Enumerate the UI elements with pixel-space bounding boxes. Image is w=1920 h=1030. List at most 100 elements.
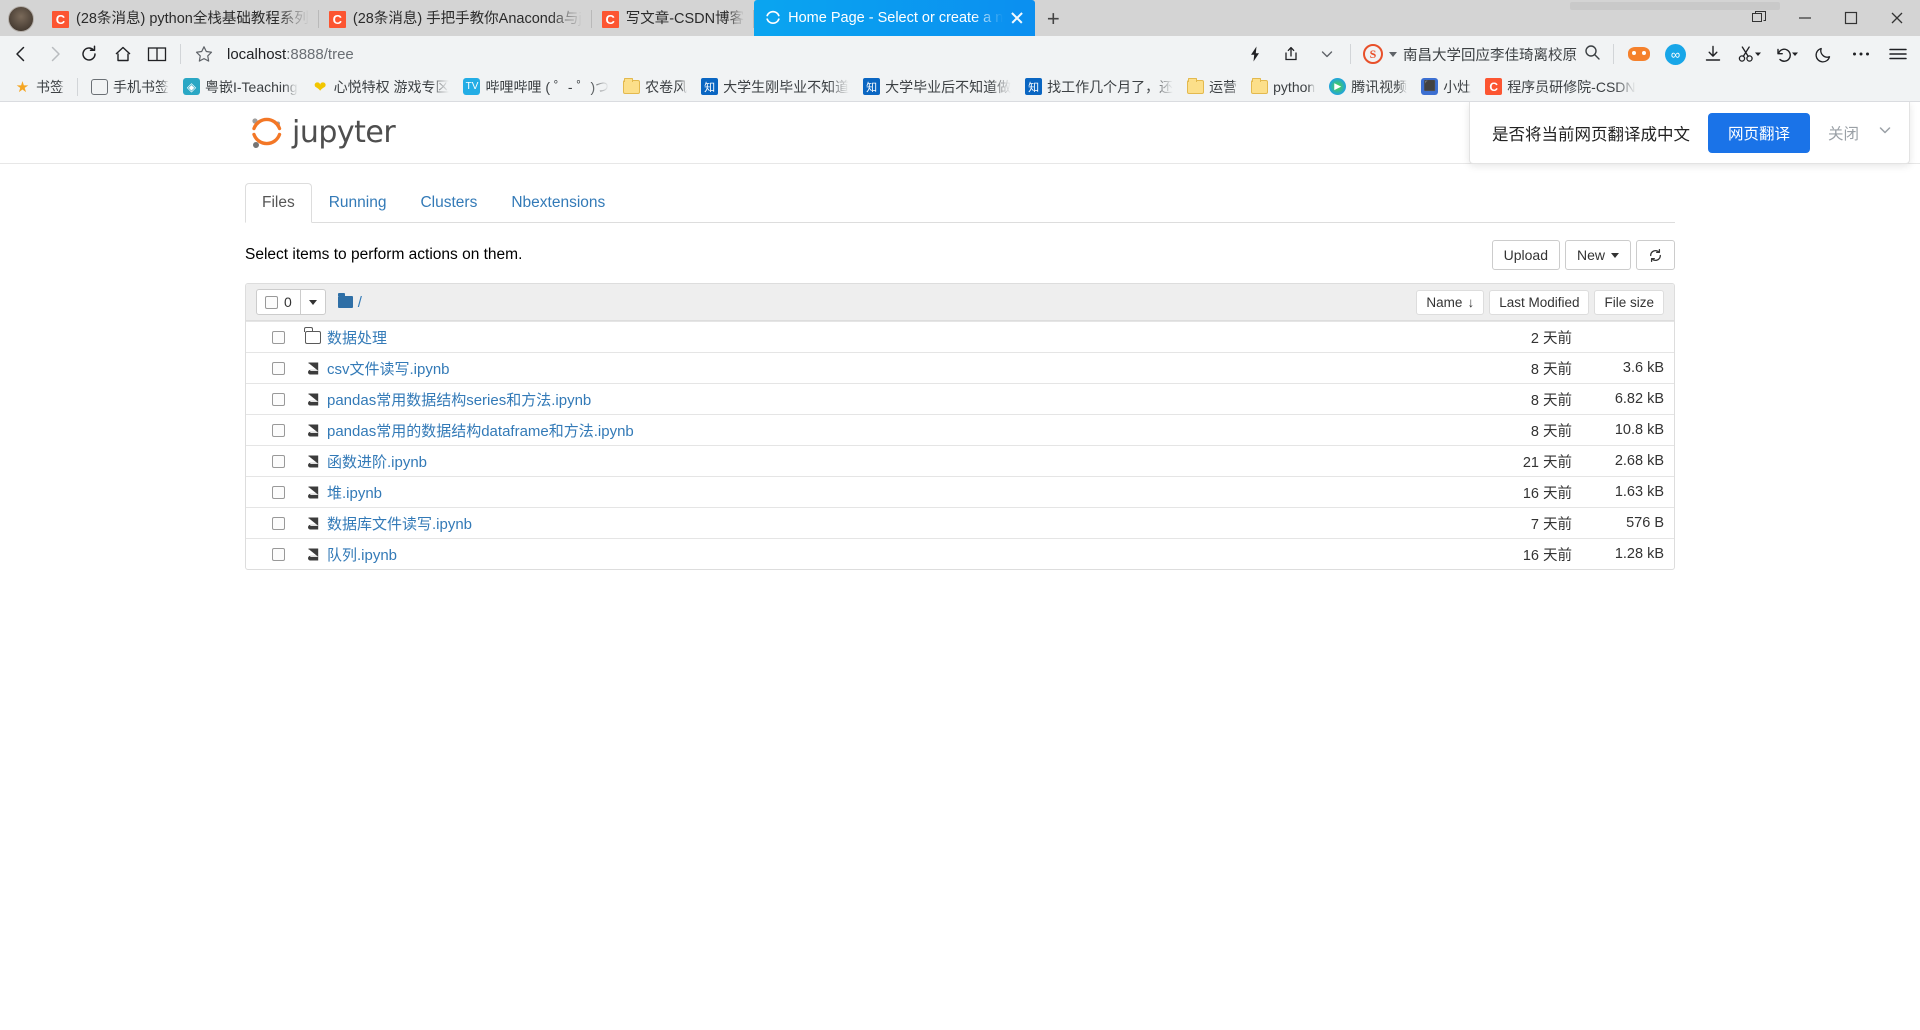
- star-icon: ★: [15, 78, 30, 96]
- browser-tab-3[interactable]: C 写文章-CSDN博客: [591, 2, 755, 36]
- sort-by-size-button[interactable]: File size: [1594, 289, 1664, 315]
- scissors-icon[interactable]: [1731, 39, 1768, 69]
- item-name[interactable]: 堆.ipynb: [327, 482, 382, 503]
- sort-by-modified-button[interactable]: Last Modified: [1489, 289, 1590, 315]
- search-icon[interactable]: [1583, 43, 1601, 65]
- item-modified: 8 天前: [1530, 423, 1572, 440]
- bookmark-item[interactable]: ❤ 心悦特权 游戏专区: [306, 75, 456, 99]
- chevron-down-icon[interactable]: [1389, 51, 1397, 57]
- download-icon[interactable]: [1694, 39, 1731, 69]
- row-checkbox[interactable]: [272, 392, 285, 406]
- bookmark-item[interactable]: 知 大学毕业后不知道做: [857, 75, 1017, 99]
- table-row[interactable]: 队列.ipynb 16 天前 1.28 kB: [246, 538, 1674, 569]
- bookmark-item[interactable]: C 程序员研修院-CSDN: [1479, 75, 1641, 99]
- new-tab-button[interactable]: +: [1035, 2, 1071, 36]
- bookmark-label: 粤嵌I-Teaching: [205, 78, 298, 95]
- infinity-icon[interactable]: ∞: [1657, 39, 1694, 69]
- reader-icon[interactable]: [140, 39, 174, 69]
- address-bar[interactable]: localhost:8888/tree: [221, 39, 1238, 69]
- tab-clusters[interactable]: Clusters: [403, 183, 494, 223]
- table-row[interactable]: 堆.ipynb 16 天前 1.63 kB: [246, 476, 1674, 507]
- item-name[interactable]: 函数进阶.ipynb: [327, 451, 427, 472]
- tab-files[interactable]: Files: [245, 183, 312, 223]
- row-checkbox[interactable]: [272, 485, 285, 499]
- new-button[interactable]: New: [1564, 240, 1631, 270]
- item-name[interactable]: 队列.ipynb: [327, 544, 397, 565]
- browser-tab-1[interactable]: C (28条消息) python全栈基础教程系列: [42, 2, 319, 36]
- translate-close-label[interactable]: 关闭: [1828, 122, 1859, 144]
- select-all-part[interactable]: 0: [257, 290, 300, 314]
- home-icon[interactable]: [106, 39, 140, 69]
- close-window-icon[interactable]: [1874, 0, 1920, 36]
- more-icon[interactable]: [1842, 39, 1879, 69]
- undo-icon[interactable]: [1768, 39, 1805, 69]
- bookmark-item[interactable]: python: [1245, 75, 1321, 99]
- profile-avatar[interactable]: [8, 6, 34, 32]
- bookmark-item[interactable]: 运营: [1181, 75, 1243, 99]
- browser-tab-2[interactable]: C (28条消息) 手把手教你Anaconda与j: [318, 2, 592, 36]
- row-checkbox[interactable]: [272, 516, 285, 530]
- item-name[interactable]: pandas常用的数据结构dataframe和方法.ipynb: [327, 420, 634, 441]
- item-name[interactable]: pandas常用数据结构series和方法.ipynb: [327, 389, 591, 410]
- row-checkbox[interactable]: [272, 330, 285, 344]
- window-drag-area[interactable]: [1570, 2, 1780, 10]
- table-row[interactable]: 函数进阶.ipynb 21 天前 2.68 kB: [246, 445, 1674, 476]
- tab-title: Home Page - Select or create a n: [788, 10, 1004, 26]
- share-icon[interactable]: [1274, 39, 1308, 69]
- refresh-button[interactable]: [1636, 240, 1675, 270]
- row-checkbox[interactable]: [272, 361, 285, 375]
- bookmark-item[interactable]: 手机书签: [85, 75, 175, 99]
- reload-icon[interactable]: [72, 39, 106, 69]
- table-row[interactable]: 数据库文件读写.ipynb 7 天前 576 B: [246, 507, 1674, 538]
- item-name[interactable]: csv文件读写.ipynb: [327, 358, 450, 379]
- forward-icon[interactable]: [38, 39, 72, 69]
- star-icon[interactable]: [187, 39, 221, 69]
- tab-nbextensions[interactable]: Nbextensions: [494, 183, 622, 223]
- maximize-icon[interactable]: [1828, 0, 1874, 36]
- table-row[interactable]: csv文件读写.ipynb 8 天前 3.6 kB: [246, 352, 1674, 383]
- lightning-icon[interactable]: [1238, 39, 1272, 69]
- item-name[interactable]: 数据库文件读写.ipynb: [327, 513, 472, 534]
- browser-tab-4-active[interactable]: Home Page - Select or create a n: [754, 0, 1036, 36]
- bookmark-item[interactable]: ⬛ 小灶: [1415, 75, 1477, 99]
- table-row[interactable]: pandas常用的数据结构dataframe和方法.ipynb 8 天前 10.…: [246, 414, 1674, 445]
- sogou-icon[interactable]: S: [1363, 44, 1383, 64]
- select-dropdown-part[interactable]: [301, 290, 325, 314]
- bookmark-item[interactable]: 知 找工作几个月了，还: [1019, 75, 1179, 99]
- hamburger-menu-icon[interactable]: [1879, 39, 1916, 69]
- bookmark-item[interactable]: ◈ 粤嵌I-Teaching: [177, 75, 304, 99]
- sort-by-name-button[interactable]: Name ↓: [1416, 289, 1485, 315]
- table-row[interactable]: 数据处理 2 天前: [246, 321, 1674, 352]
- bookmark-item[interactable]: ▶ 腾讯视频: [1323, 75, 1413, 99]
- new-button-label: New: [1576, 247, 1605, 263]
- minimize-icon[interactable]: [1782, 0, 1828, 36]
- bookmark-item[interactable]: 农卷风: [617, 75, 693, 99]
- select-all-control[interactable]: 0: [256, 289, 326, 315]
- game-controller-icon[interactable]: [1620, 39, 1657, 69]
- back-icon[interactable]: [4, 39, 38, 69]
- moon-icon[interactable]: [1805, 39, 1842, 69]
- upload-button[interactable]: Upload: [1491, 240, 1560, 270]
- table-row[interactable]: pandas常用数据结构series和方法.ipynb 8 天前 6.82 kB: [246, 383, 1674, 414]
- select-all-checkbox[interactable]: [265, 295, 278, 309]
- bookmark-item[interactable]: ★ 书签: [8, 75, 70, 99]
- jupyter-logo[interactable]: jupyter: [248, 113, 396, 153]
- breadcrumb-path: /: [357, 293, 362, 311]
- refresh-icon: [1650, 248, 1661, 262]
- chevron-down-icon[interactable]: [1310, 39, 1344, 69]
- tab-running[interactable]: Running: [312, 183, 404, 223]
- breadcrumb[interactable]: /: [337, 293, 362, 311]
- omnibox-actions: [1238, 39, 1344, 69]
- translate-page-button[interactable]: 网页翻译: [1707, 112, 1810, 153]
- bookmark-item[interactable]: TV 哔哩哔哩 ( ゜- ゜)つ: [457, 75, 615, 99]
- close-icon[interactable]: [1009, 10, 1025, 26]
- row-checkbox[interactable]: [272, 547, 285, 561]
- bookmark-item[interactable]: 知 大学生刚毕业不知道: [695, 75, 855, 99]
- chevron-down-icon[interactable]: [1877, 122, 1893, 143]
- jupyter-logo-text: jupyter: [292, 115, 396, 150]
- search-box[interactable]: S 南昌大学回应李佳琦离校原: [1357, 39, 1607, 69]
- row-checkbox[interactable]: [272, 423, 285, 437]
- item-name[interactable]: 数据处理: [327, 327, 387, 348]
- chevron-down-icon: [1611, 252, 1619, 258]
- row-checkbox[interactable]: [272, 454, 285, 468]
